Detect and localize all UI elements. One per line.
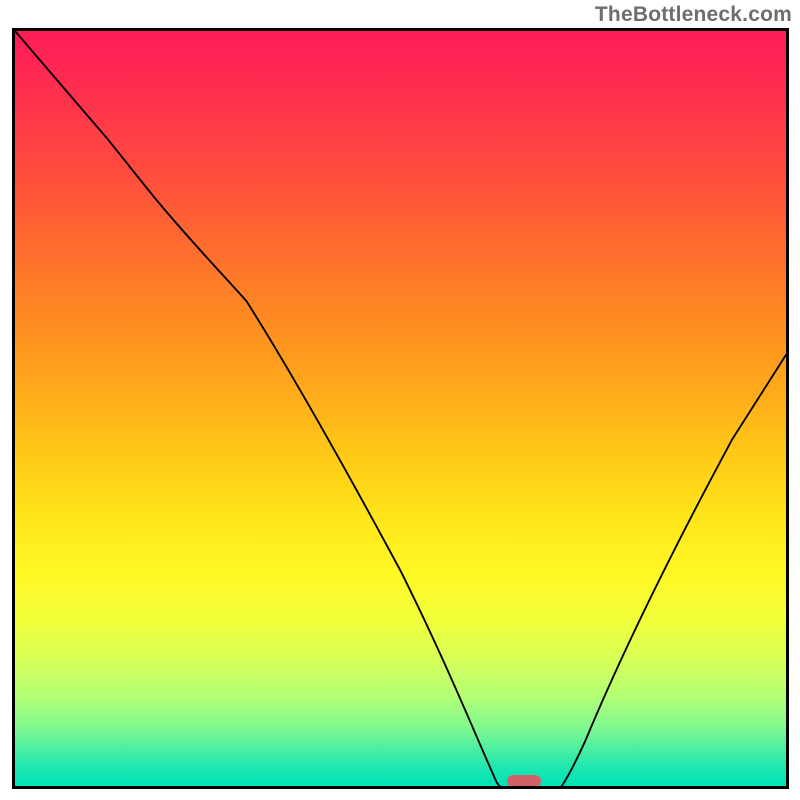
plot-area	[12, 28, 789, 789]
optimal-marker-pill	[507, 775, 541, 786]
chart-frame: TheBottleneck.com	[0, 0, 800, 800]
plot-inner	[15, 31, 786, 786]
bottleneck-curve	[15, 31, 786, 786]
curve-path	[15, 31, 786, 786]
attribution-text: TheBottleneck.com	[595, 3, 792, 27]
